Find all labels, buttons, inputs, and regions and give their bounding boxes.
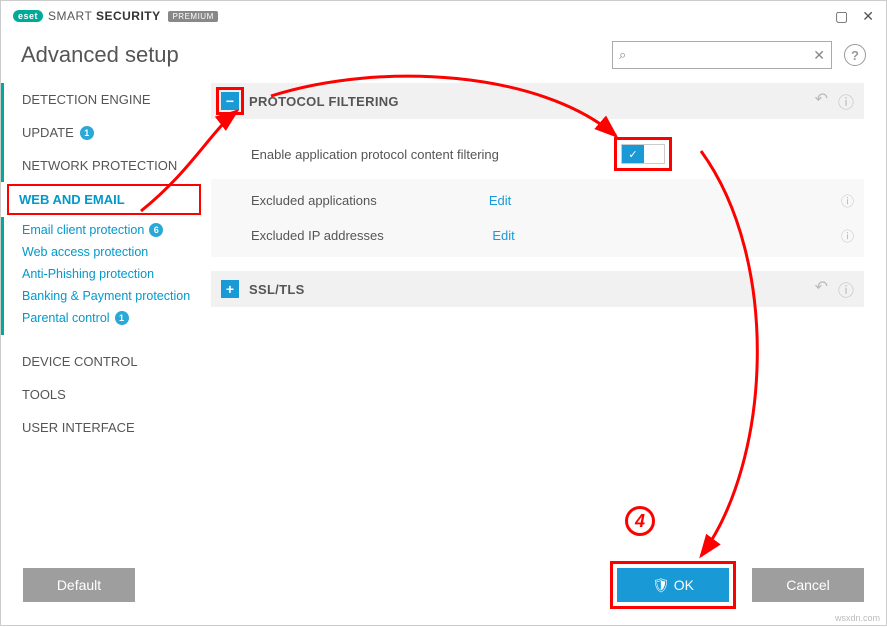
sidebar-sub-parental[interactable]: Parental control1 <box>18 307 207 329</box>
window-controls: ▢ ✕ <box>835 8 874 25</box>
footer: Default 🛡 OK Cancel <box>1 545 886 625</box>
sidebar-item-device-control[interactable]: DEVICE CONTROL <box>1 345 207 378</box>
brand-word-2: SECURITY <box>96 9 161 23</box>
maximize-icon[interactable]: ▢ <box>835 8 848 25</box>
sidebar: DETECTION ENGINE UPDATE1 NETWORK PROTECT… <box>1 83 211 444</box>
section-protocol-filtering[interactable]: − PROTOCOL FILTERING ↶ ⓘ <box>211 83 864 119</box>
cancel-button[interactable]: Cancel <box>752 568 864 602</box>
undo-icon[interactable]: ↶ <box>815 277 828 301</box>
expand-icon[interactable]: + <box>221 280 239 298</box>
brand-word-1: SMART <box>48 9 92 23</box>
collapse-icon[interactable]: − <box>221 92 239 110</box>
title-bar: eset SMART SECURITY PREMIUM ▢ ✕ <box>1 1 886 31</box>
sidebar-sublist: Email client protection6 Web access prot… <box>1 217 207 335</box>
annotation-box: ✓ <box>614 137 672 171</box>
content-pane: − PROTOCOL FILTERING ↶ ⓘ Enable applicat… <box>211 83 886 444</box>
sidebar-item-web-and-email[interactable]: WEB AND EMAIL <box>7 184 201 215</box>
ok-button[interactable]: 🛡 OK <box>617 568 729 602</box>
row-label: Enable application protocol content filt… <box>251 147 499 162</box>
sidebar-item-update[interactable]: UPDATE1 <box>1 116 207 149</box>
brand-text: SMART SECURITY PREMIUM <box>48 9 218 23</box>
sidebar-sub-email-client[interactable]: Email client protection6 <box>18 219 207 241</box>
row-enable-filtering: Enable application protocol content filt… <box>211 129 864 179</box>
info-icon[interactable]: ⓘ <box>838 89 854 113</box>
search-icon: ⌕ <box>619 47 626 63</box>
check-icon: ✓ <box>622 145 644 163</box>
sidebar-item-network-protection[interactable]: NETWORK PROTECTION <box>1 149 207 182</box>
undo-icon[interactable]: ↶ <box>815 89 828 113</box>
row-excluded-ips: Excluded IP addresses Edit ⓘ <box>211 218 864 253</box>
section-title: PROTOCOL FILTERING <box>249 94 399 109</box>
badge-icon: 1 <box>80 126 94 140</box>
row-label: Excluded applications <box>251 193 377 208</box>
sidebar-sub-banking[interactable]: Banking & Payment protection <box>18 285 207 307</box>
edit-link[interactable]: Edit <box>489 193 511 208</box>
help-icon[interactable]: ? <box>844 44 866 66</box>
section-ssl-tls[interactable]: + SSL/TLS ↶ ⓘ <box>211 271 864 307</box>
sidebar-sub-web-access[interactable]: Web access protection <box>18 241 207 263</box>
brand-premium: PREMIUM <box>168 11 217 22</box>
badge-icon: 1 <box>115 311 129 325</box>
badge-icon: 6 <box>149 223 163 237</box>
row-label: Excluded IP addresses <box>251 228 384 243</box>
shield-icon: 🛡 <box>652 577 670 594</box>
watermark: wsxdn.com <box>835 613 880 623</box>
sidebar-item-user-interface[interactable]: USER INTERFACE <box>1 411 207 444</box>
edit-link[interactable]: Edit <box>492 228 514 243</box>
sidebar-item-detection-engine[interactable]: DETECTION ENGINE <box>1 83 207 116</box>
brand-badge: eset <box>13 10 43 22</box>
clear-search-icon[interactable]: ✕ <box>813 47 825 64</box>
annotation-box: 🛡 OK <box>610 561 736 609</box>
sidebar-sub-anti-phishing[interactable]: Anti-Phishing protection <box>18 263 207 285</box>
section-title: SSL/TLS <box>249 282 305 297</box>
close-icon[interactable]: ✕ <box>862 8 874 25</box>
header-row: Advanced setup ⌕ ✕ ? <box>1 31 886 83</box>
search-box[interactable]: ⌕ ✕ <box>612 41 832 69</box>
toggle-enable-filtering[interactable]: ✓ <box>621 144 665 164</box>
default-button[interactable]: Default <box>23 568 135 602</box>
annotation-step-4: 4 <box>625 506 655 536</box>
page-title: Advanced setup <box>21 42 179 68</box>
ok-label: OK <box>674 577 694 593</box>
search-input[interactable] <box>630 48 813 63</box>
info-icon[interactable]: ⓘ <box>841 191 854 210</box>
row-excluded-apps: Excluded applications Edit ⓘ <box>211 183 864 218</box>
sidebar-item-tools[interactable]: TOOLS <box>1 378 207 411</box>
info-icon[interactable]: ⓘ <box>838 277 854 301</box>
info-icon[interactable]: ⓘ <box>841 226 854 245</box>
